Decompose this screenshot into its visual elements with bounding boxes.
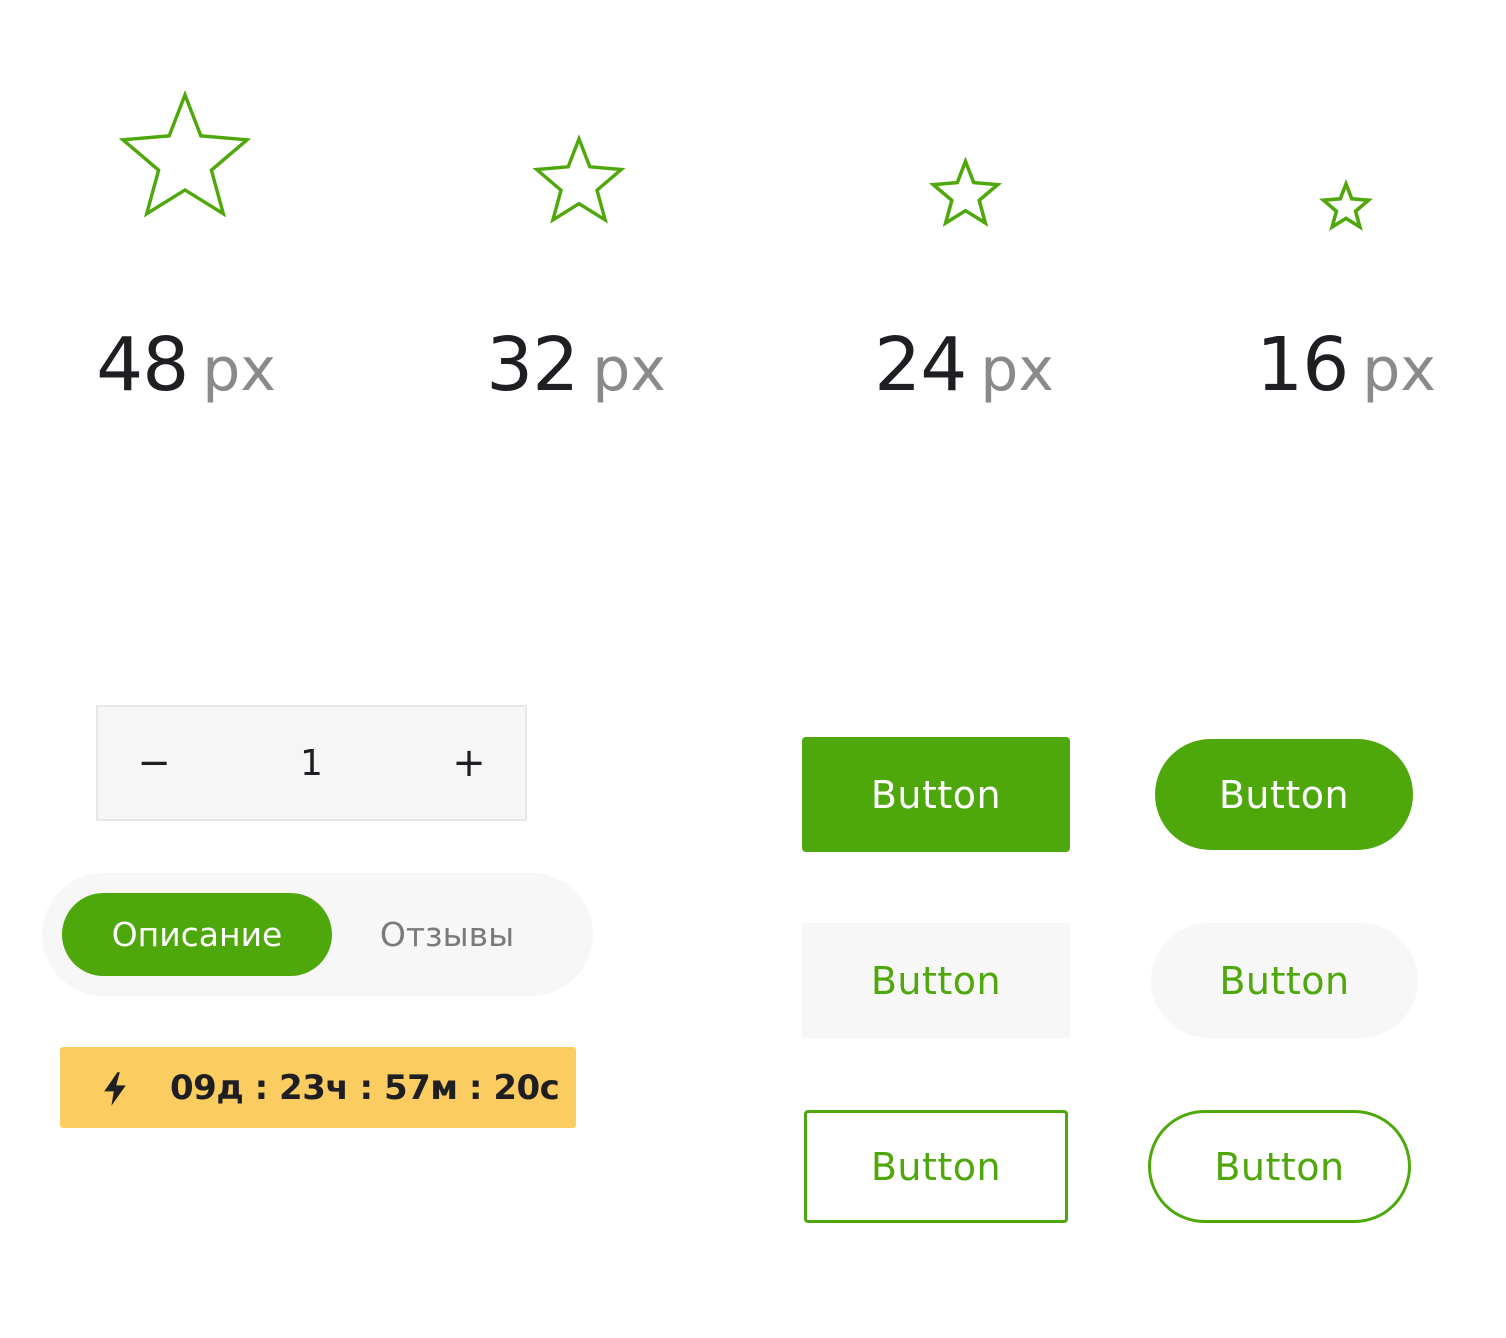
size-label-24: 24 px — [834, 328, 1094, 402]
tab-description[interactable]: Описание — [62, 893, 332, 976]
size-value: 32 — [486, 322, 579, 408]
decrement-button[interactable]: − — [104, 707, 204, 819]
size-value: 16 — [1256, 322, 1349, 408]
outline-rect-button[interactable]: Button — [804, 1110, 1068, 1223]
filled-pill-button[interactable]: Button — [1155, 739, 1413, 850]
outline-pill-button[interactable]: Button — [1148, 1110, 1411, 1223]
star-icon-32 — [532, 134, 626, 224]
filled-rect-button[interactable]: Button — [802, 737, 1070, 852]
size-label-32: 32 px — [446, 328, 706, 402]
light-pill-button[interactable]: Button — [1151, 923, 1418, 1038]
quantity-stepper: − 1 + — [96, 705, 527, 821]
size-unit: px — [202, 335, 276, 405]
size-unit: px — [980, 335, 1054, 405]
size-label-48: 48 px — [56, 328, 316, 402]
lightning-icon — [100, 1071, 130, 1107]
size-value: 24 — [874, 322, 967, 408]
size-unit: px — [592, 335, 666, 405]
tab-switcher: Описание Отзывы — [42, 873, 593, 996]
countdown-timer: 09д : 23ч : 57м : 20с — [60, 1047, 576, 1128]
increment-button[interactable]: + — [419, 707, 519, 819]
size-value: 48 — [96, 322, 189, 408]
star-icon-16 — [1319, 178, 1373, 231]
star-icon-48 — [118, 90, 252, 218]
star-icon-24 — [928, 156, 1003, 227]
countdown-text: 09д : 23ч : 57м : 20с — [170, 1067, 560, 1108]
tab-reviews[interactable]: Отзывы — [342, 893, 552, 976]
quantity-value[interactable]: 1 — [213, 707, 410, 819]
size-label-16: 16 px — [1216, 328, 1476, 402]
size-unit: px — [1362, 335, 1436, 405]
light-rect-button[interactable]: Button — [802, 923, 1070, 1038]
